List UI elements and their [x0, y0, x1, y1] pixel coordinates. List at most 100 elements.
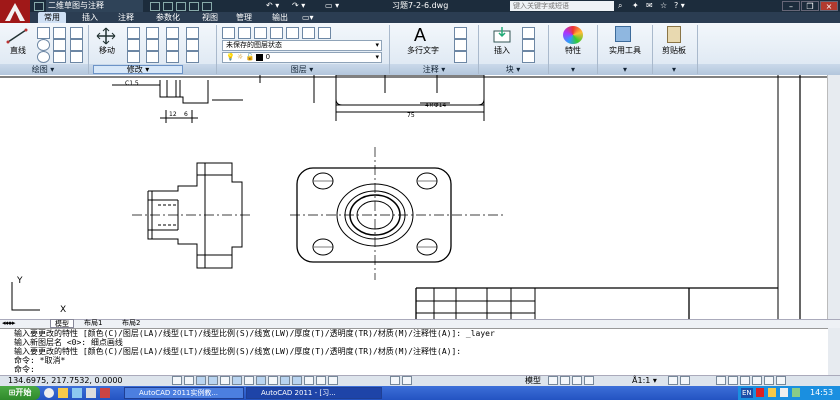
dimension-icon[interactable]: [454, 27, 467, 39]
tab-layout2[interactable]: 布局2: [122, 319, 140, 328]
transparency-button[interactable]: [304, 376, 314, 385]
clean-screen-icon[interactable]: [776, 376, 786, 385]
ellipse-icon[interactable]: [37, 51, 50, 63]
create-block-icon[interactable]: [522, 27, 535, 39]
leader-icon[interactable]: [454, 39, 467, 51]
modify-panel-label[interactable]: 修改 ▾: [93, 65, 183, 74]
steering-wheel-icon[interactable]: [572, 376, 582, 385]
tab-manage[interactable]: 管理: [230, 12, 258, 23]
command-scrollbar[interactable]: [828, 328, 840, 375]
explode-icon[interactable]: [166, 39, 179, 51]
communication-icon[interactable]: ✉: [646, 0, 653, 12]
tab-home[interactable]: 常用: [38, 12, 66, 23]
close-button[interactable]: ×: [820, 1, 838, 11]
start-button[interactable]: ⊞开始: [0, 386, 40, 400]
layer-state-dropdown[interactable]: 未保存的图层状态 ▾: [222, 40, 382, 51]
clipboard-label[interactable]: 剪贴板: [655, 45, 693, 56]
polar-tracking-button[interactable]: [220, 376, 230, 385]
annotation-panel-label[interactable]: 注释 ▾: [392, 64, 476, 75]
tray-network-icon[interactable]: [768, 388, 776, 397]
properties-label[interactable]: 特性: [556, 45, 590, 56]
open-file-icon[interactable]: [163, 2, 173, 11]
language-indicator[interactable]: EN: [741, 388, 753, 398]
tray-antivirus-icon[interactable]: [756, 388, 764, 397]
search-icon[interactable]: ⌕: [618, 0, 622, 12]
layer-lock-icon[interactable]: [286, 27, 299, 39]
zoom-icon[interactable]: [560, 376, 570, 385]
tab-view[interactable]: 视图: [196, 12, 224, 23]
quick-launch-folder-icon[interactable]: [58, 388, 68, 398]
erase-icon[interactable]: [166, 27, 179, 39]
tab-layout1[interactable]: 布局1: [84, 319, 102, 328]
redo-icon[interactable]: ↷ ▾: [292, 0, 305, 12]
utilities-label[interactable]: 实用工具: [603, 45, 647, 56]
tab-model[interactable]: 模型: [50, 319, 74, 328]
save-icon[interactable]: [176, 2, 186, 11]
quick-launch-ie-icon[interactable]: [44, 388, 54, 398]
lineweight-button[interactable]: [292, 376, 302, 385]
model-space-label[interactable]: 模型: [525, 375, 541, 386]
favorites-icon[interactable]: ☆: [660, 0, 667, 12]
quick-view-layouts-icon[interactable]: [402, 376, 412, 385]
toolbar-lock-icon[interactable]: [728, 376, 738, 385]
annotation-visibility-icon[interactable]: [668, 376, 678, 385]
utilities-icon[interactable]: [615, 26, 631, 42]
array-icon[interactable]: [166, 51, 179, 63]
layer-previous-icon[interactable]: [318, 27, 331, 39]
tab-annotate[interactable]: 注释: [108, 12, 144, 23]
object-snap-button[interactable]: [232, 376, 242, 385]
restore-button[interactable]: ❐: [801, 1, 819, 11]
offset-icon[interactable]: [186, 39, 199, 51]
tray-app-icon[interactable]: [792, 388, 800, 397]
trim-icon[interactable]: [146, 27, 159, 39]
ortho-mode-button[interactable]: [208, 376, 218, 385]
tab-insert[interactable]: 插入: [76, 12, 104, 23]
spline-icon[interactable]: [70, 27, 83, 39]
save-as-icon[interactable]: [189, 2, 199, 11]
arc-icon[interactable]: [53, 27, 66, 39]
3d-object-snap-button[interactable]: [244, 376, 254, 385]
search-input[interactable]: 键入关键字或短语: [510, 1, 614, 11]
utilities-expand[interactable]: ▾: [600, 64, 650, 75]
layout-nav-arrows[interactable]: ◂◂◂▸▸: [2, 319, 42, 328]
status-menu-icon[interactable]: [764, 376, 774, 385]
properties-color-wheel-icon[interactable]: [563, 26, 583, 44]
plot-icon[interactable]: ▭ ▾: [325, 0, 339, 12]
hardware-acceleration-icon[interactable]: [740, 376, 750, 385]
layer-freeze-icon[interactable]: [270, 27, 283, 39]
dynamic-input-button[interactable]: [280, 376, 290, 385]
layer-match-icon[interactable]: [302, 27, 315, 39]
fillet-icon[interactable]: [146, 39, 159, 51]
table-icon[interactable]: [454, 51, 467, 63]
point-icon[interactable]: [70, 51, 83, 63]
circle-icon[interactable]: [37, 39, 50, 51]
clipboard-icon[interactable]: [667, 26, 681, 43]
layer-properties-icon[interactable]: [222, 27, 235, 39]
undo-icon[interactable]: ↶ ▾: [266, 0, 279, 12]
mirror-icon[interactable]: [127, 39, 140, 51]
model-space-icon[interactable]: [390, 376, 400, 385]
object-snap-tracking-button[interactable]: [256, 376, 266, 385]
rectangle-icon[interactable]: [53, 39, 66, 51]
polyline-icon[interactable]: [37, 27, 50, 39]
auto-scale-icon[interactable]: [680, 376, 690, 385]
copy-icon[interactable]: [186, 27, 199, 39]
layer-isolate-icon[interactable]: [254, 27, 267, 39]
block-panel-label[interactable]: 块 ▾: [482, 64, 544, 75]
taskbar-item-autocad[interactable]: AutoCAD 2011 - [习...: [246, 387, 382, 399]
workspace-switch-icon[interactable]: [716, 376, 726, 385]
coordinate-readout[interactable]: 134.6975, 217.7532, 0.0000: [8, 375, 123, 386]
rotate-icon[interactable]: [127, 27, 140, 39]
snap-mode-button[interactable]: [184, 376, 194, 385]
showmotion-icon[interactable]: [584, 376, 594, 385]
edit-block-icon[interactable]: [522, 39, 535, 51]
workspace-selector[interactable]: 二维草图与注释: [46, 0, 143, 12]
clipboard-expand[interactable]: ▾: [654, 64, 694, 75]
annotation-scale[interactable]: Å1:1 ▾: [632, 375, 657, 386]
join-icon[interactable]: [186, 51, 199, 63]
infer-constraints-button[interactable]: [172, 376, 182, 385]
grid-display-button[interactable]: [196, 376, 206, 385]
new-file-icon[interactable]: [150, 2, 160, 11]
subscription-icon[interactable]: ✦: [632, 0, 639, 12]
quick-launch-media-icon[interactable]: [86, 388, 96, 398]
